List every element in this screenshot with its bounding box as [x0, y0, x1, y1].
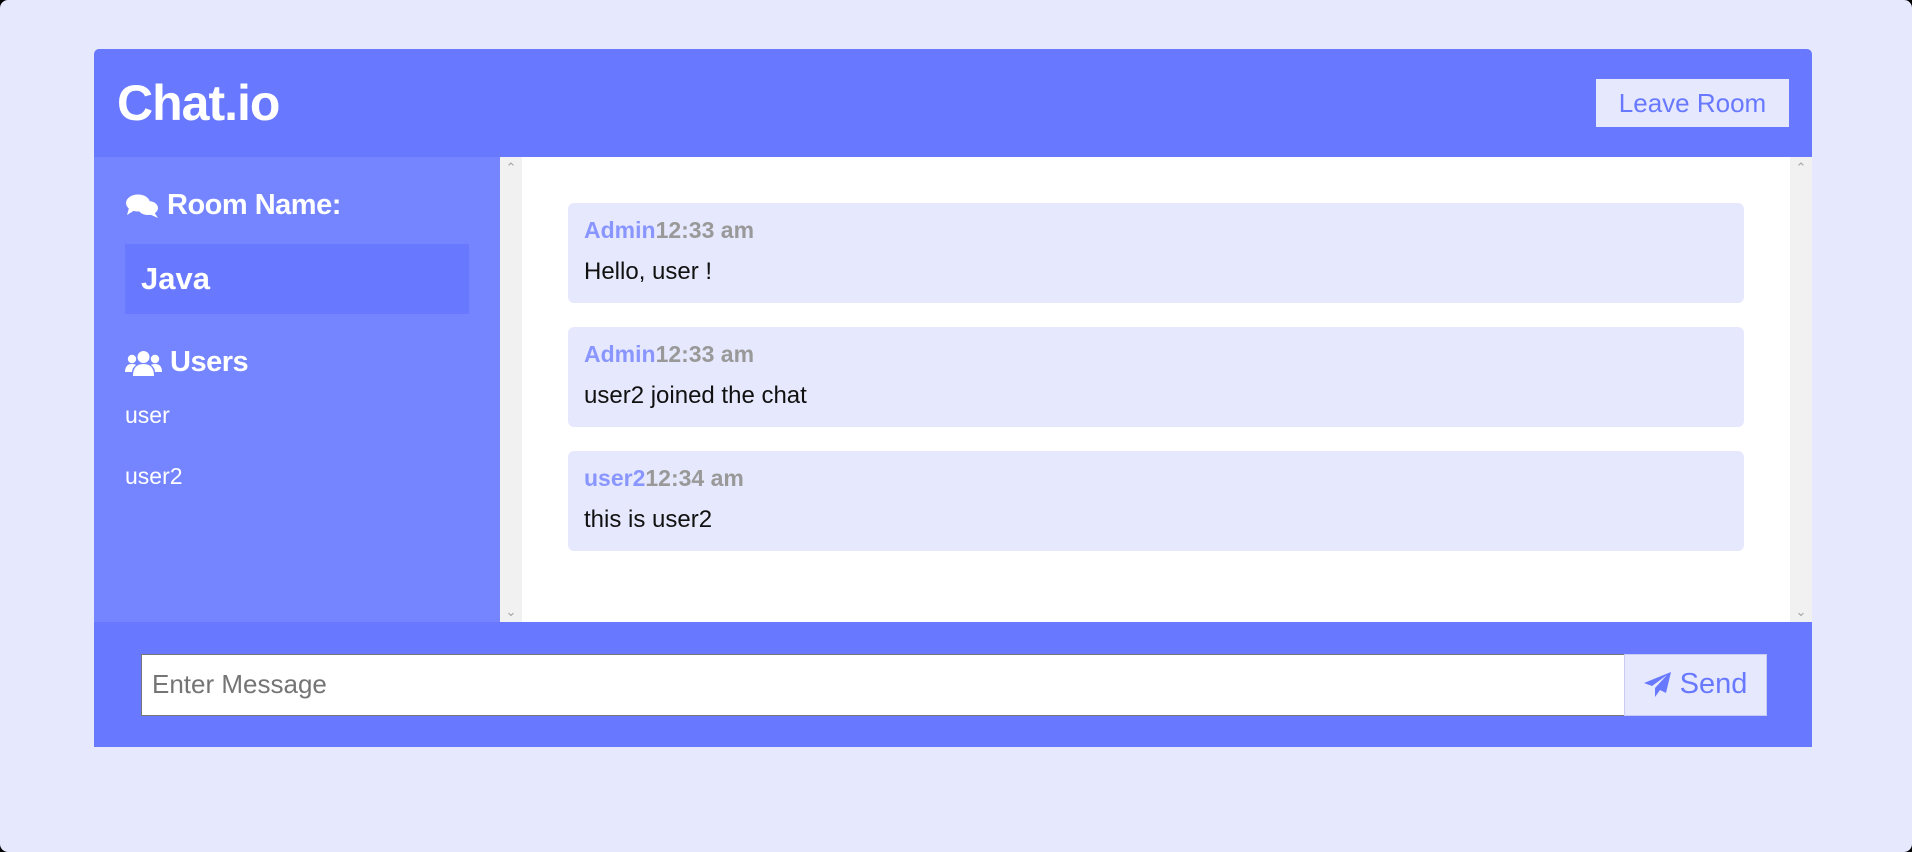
- user-list-item: user: [125, 402, 170, 428]
- message-time: 12:33 am: [655, 341, 755, 367]
- message-time: 12:33 am: [655, 217, 755, 243]
- scroll-down-icon[interactable]: ⌄: [500, 603, 522, 620]
- left-scrollbar[interactable]: ⌃ ⌄: [500, 157, 522, 622]
- chat-app: Chat.io Leave Room Room Name: Java Users…: [94, 49, 1812, 747]
- users-heading: Users: [125, 346, 469, 379]
- message-author: Admin: [584, 217, 656, 243]
- message-input[interactable]: [141, 653, 1624, 716]
- users-list: user user2: [125, 402, 469, 527]
- sidebar: Room Name: Java Users user user2: [94, 157, 500, 622]
- users-label: Users: [170, 346, 249, 378]
- message-author: Admin: [584, 341, 656, 367]
- user-list-item: user2: [125, 463, 183, 489]
- message-text: this is user2: [584, 506, 713, 533]
- leave-room-button[interactable]: Leave Room: [1596, 79, 1789, 127]
- message-text: Hello, user !: [584, 258, 713, 285]
- chat-header: Chat.io Leave Room: [94, 49, 1812, 157]
- chat-message: user212:34 am this is user2: [568, 451, 1744, 551]
- chat-messages-panel[interactable]: ⌃ ⌄ Admin12:33 am Hello, user ! Admin12:…: [500, 157, 1812, 622]
- message-author: user2: [584, 465, 646, 491]
- comments-icon: [126, 194, 158, 218]
- room-name-value: Java: [125, 244, 469, 314]
- scroll-down-icon[interactable]: ⌄: [1790, 603, 1812, 620]
- message-composer: Send: [94, 622, 1812, 747]
- send-button-label: Send: [1679, 668, 1748, 700]
- scroll-up-icon[interactable]: ⌃: [1790, 159, 1812, 176]
- chat-message: Admin12:33 am user2 joined the chat: [568, 327, 1744, 427]
- chat-message: Admin12:33 am Hello, user !: [568, 203, 1744, 303]
- page-background: Chat.io Leave Room Room Name: Java Users…: [0, 0, 1912, 852]
- message-meta: Admin12:33 am: [584, 341, 1728, 368]
- room-name-heading: Room Name:: [125, 189, 469, 222]
- message-meta: user212:34 am: [584, 465, 1728, 492]
- message-list: Admin12:33 am Hello, user ! Admin12:33 a…: [522, 157, 1790, 622]
- app-logo: Chat.io: [117, 75, 280, 131]
- message-text: user2 joined the chat: [584, 382, 807, 409]
- right-scrollbar[interactable]: ⌃ ⌄: [1790, 157, 1812, 622]
- paper-plane-icon: [1643, 671, 1671, 697]
- message-meta: Admin12:33 am: [584, 217, 1728, 244]
- room-name-label: Room Name:: [167, 189, 341, 221]
- users-icon: [125, 350, 162, 376]
- scroll-up-icon[interactable]: ⌃: [500, 159, 522, 176]
- send-button[interactable]: Send: [1624, 653, 1767, 716]
- chat-body: Room Name: Java Users user user2 ⌃ ⌄ Adm…: [94, 157, 1812, 622]
- message-time: 12:34 am: [645, 465, 744, 491]
